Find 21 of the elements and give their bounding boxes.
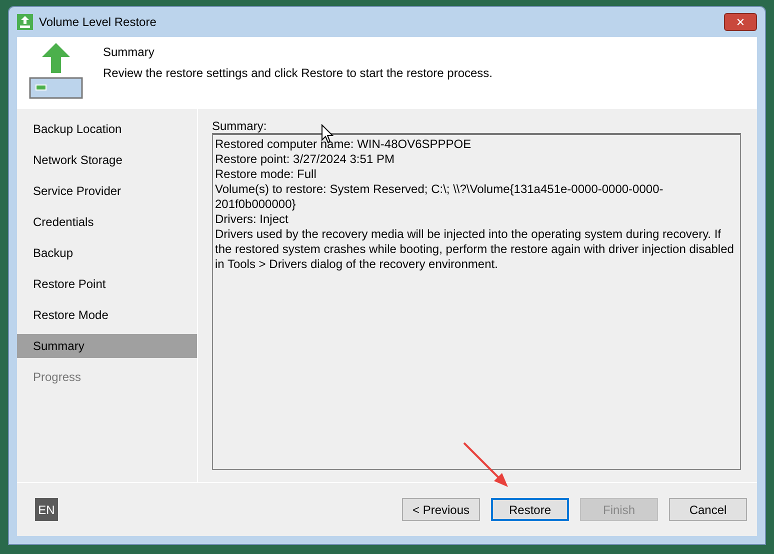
annotation-arrow — [462, 441, 510, 489]
summary-label: Summary: — [212, 120, 268, 133]
app-icon — [17, 14, 33, 30]
language-badge: EN — [35, 498, 58, 521]
restore-icon — [29, 43, 83, 99]
sidebar-item[interactable]: Network Storage — [17, 148, 197, 172]
sidebar-item[interactable]: Backup Location — [17, 117, 197, 141]
step-title: Summary — [103, 45, 156, 59]
wizard-button[interactable]: Cancel — [669, 498, 747, 521]
sidebar-item[interactable]: Summary — [17, 334, 197, 358]
sidebar-item[interactable]: Credentials — [17, 210, 197, 234]
step-description: Review the restore settings and click Restore to start the restore process. — [103, 66, 493, 80]
wizard-button[interactable]: < Previous — [402, 498, 480, 521]
restore-button[interactable]: Restore — [491, 498, 569, 521]
sidebar-item[interactable]: Restore Mode — [17, 303, 197, 327]
sidebar-item[interactable]: Service Provider — [17, 179, 197, 203]
close-button[interactable]: ✕ — [724, 13, 757, 31]
sidebar-item[interactable]: Restore Point — [17, 272, 197, 296]
window-title: Volume Level Restore — [39, 15, 156, 29]
sidebar-item[interactable]: Backup — [17, 241, 197, 265]
summary-text-area[interactable]: Restored computer name: WIN-48OV6SPPPOE Restore point: 3/27/2024 3:51 PM Restore mode: Full Volume(s) to restore: System Reserved; C:\; \\?\Volume{131a451e-0000-0000-0000-201f0b000000} Drivers: Inject Drivers used by the recovery media will be injected into the operating system during recovery. If the restored system crashes while booting, perform the restore again with driver injection disabled in Tools > Drivers dialog of the recovery environment. — [212, 133, 741, 470]
